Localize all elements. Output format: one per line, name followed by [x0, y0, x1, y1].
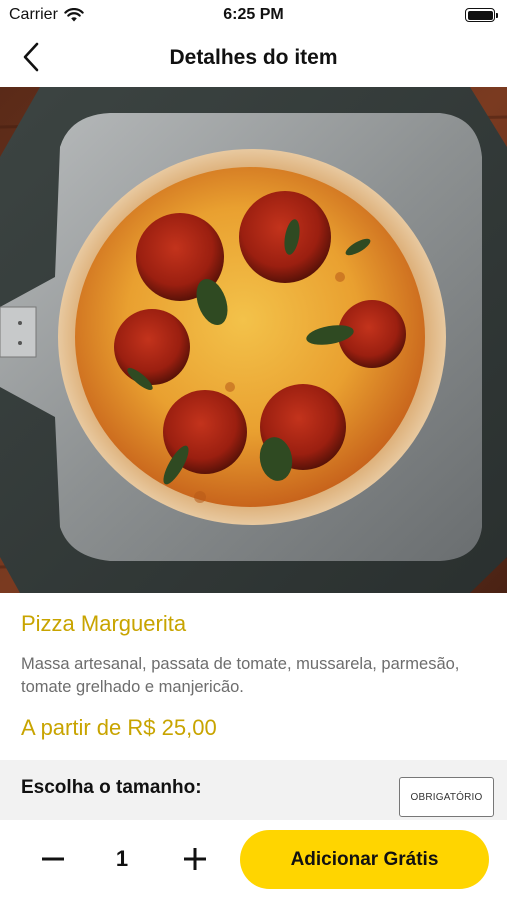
add-to-cart-button[interactable]: Adicionar Grátis	[240, 830, 489, 889]
status-time: 6:25 PM	[223, 6, 284, 23]
bottom-action-bar: 1 Adicionar Grátis	[0, 820, 507, 900]
status-bar: Carrier 6:25 PM	[0, 0, 507, 32]
plus-icon	[184, 848, 206, 870]
page-title: Detalhes do item	[169, 46, 338, 69]
product-name: Pizza Marguerita	[21, 611, 187, 636]
product-image	[0, 87, 507, 593]
pizza-photo	[0, 87, 507, 593]
battery-icon	[465, 8, 498, 22]
section-title: Escolha o tamanho:	[21, 777, 202, 798]
navigation-bar: Detalhes do item	[0, 32, 507, 86]
product-description: Massa artesanal, passata de tomate, muss…	[21, 655, 460, 696]
minus-icon	[42, 857, 64, 861]
quantity-decrease-button[interactable]	[36, 842, 70, 876]
size-section-header: Escolha o tamanho: OBRIGATÓRIO	[0, 760, 507, 820]
quantity-increase-button[interactable]	[178, 842, 212, 876]
product-price: A partir de R$ 25,00	[21, 715, 217, 740]
quantity-value: 1	[115, 846, 129, 871]
required-badge: OBRIGATÓRIO	[399, 777, 494, 817]
